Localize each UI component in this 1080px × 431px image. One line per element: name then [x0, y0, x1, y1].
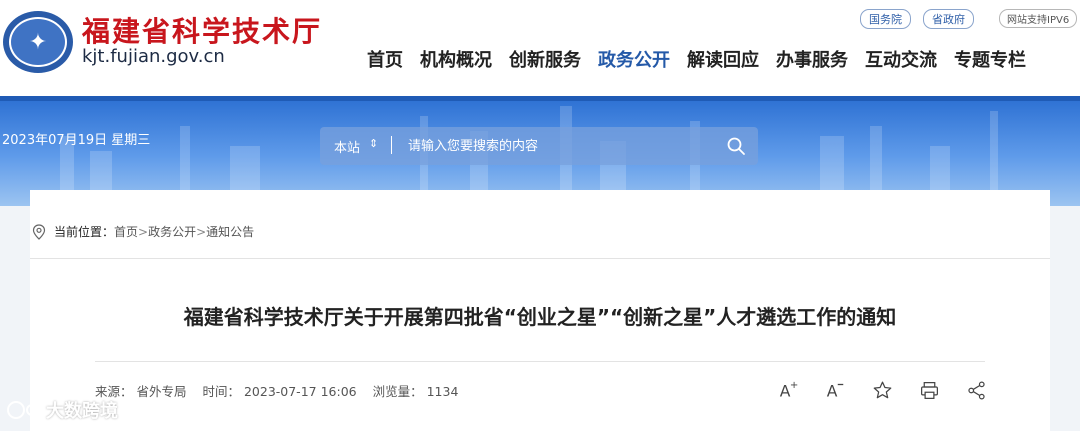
article-tools: A + A — [776, 378, 988, 402]
breadcrumb-home[interactable]: 首页 — [114, 223, 138, 240]
nav-special-topics[interactable]: 专题专栏 — [954, 46, 1026, 72]
nav-interpretation[interactable]: 解读回应 — [687, 46, 759, 72]
link-state-council[interactable]: 国务院 — [860, 9, 911, 29]
search-input[interactable] — [406, 135, 710, 157]
breadcrumb-notices[interactable]: 通知公告 — [206, 223, 254, 240]
article-title: 福建省科学技术厅关于开展第四批省“创业之星”“创新之星”人才遴选工作的通知 — [183, 305, 897, 329]
watermark-text: 大数跨境 — [46, 401, 118, 422]
article-views: 浏览量： 1134 — [372, 384, 459, 399]
site-header: ✦ 福建省科学技术厅 kjt.fujian.gov.cn 国务院 省政府 网站支… — [0, 0, 1080, 96]
print-icon[interactable] — [917, 378, 941, 402]
breadcrumb-government-affairs[interactable]: 政务公开 — [148, 223, 196, 240]
search-scope-select[interactable]: 本站 — [334, 137, 360, 156]
ipv6-badge: 网站支持IPV6 — [999, 9, 1078, 28]
nav-organization[interactable]: 机构概况 — [420, 46, 492, 72]
svg-text:A: A — [827, 382, 838, 400]
nav-services[interactable]: 办事服务 — [776, 46, 848, 72]
nav-home[interactable]: 首页 — [367, 46, 403, 72]
svg-text:+: + — [790, 380, 798, 391]
star-icon[interactable] — [870, 378, 894, 402]
top-links: 国务院 省政府 — [860, 9, 974, 29]
font-decrease-icon[interactable]: A — [823, 378, 847, 402]
search-bar: 本站 ⇕ — [320, 127, 758, 165]
search-separator — [391, 136, 392, 154]
breadcrumb-label: 当前位置： — [54, 225, 115, 239]
watermark-logo-icon — [7, 401, 45, 419]
article-time: 时间： 2023-07-17 16:06 — [202, 384, 357, 399]
divider — [30, 258, 1050, 259]
main-nav: 首页 机构概况 创新服务 政务公开 解读回应 办事服务 互动交流 专题专栏 — [367, 46, 1026, 72]
emblem-icon: ✦ — [9, 17, 67, 67]
current-date: 2023年07月19日 星期三 — [2, 133, 151, 148]
link-provincial-gov[interactable]: 省政府 — [923, 9, 974, 29]
font-increase-icon[interactable]: A + — [776, 378, 800, 402]
search-icon[interactable] — [726, 136, 746, 156]
sort-arrows-icon[interactable]: ⇕ — [369, 137, 378, 150]
breadcrumb-separator: > — [138, 224, 149, 239]
site-title[interactable]: 福建省科学技术厅 — [82, 10, 322, 50]
nav-interaction[interactable]: 互动交流 — [865, 46, 937, 72]
watermark: 大数跨境 — [6, 397, 118, 423]
divider — [95, 361, 985, 362]
nav-government-affairs[interactable]: 政务公开 — [598, 46, 670, 72]
site-domain: kjt.fujian.gov.cn — [82, 46, 225, 67]
location-pin-icon — [32, 223, 46, 240]
breadcrumb-separator: > — [196, 224, 207, 239]
nav-innovation-service[interactable]: 创新服务 — [509, 46, 581, 72]
breadcrumb: 当前位置： 首页 > 政务公开 > 通知公告 — [32, 223, 254, 240]
article-card: 当前位置： 首页 > 政务公开 > 通知公告 福建省科学技术厅关于开展第四批省“… — [30, 190, 1050, 431]
site-logo[interactable]: ✦ — [3, 11, 73, 73]
article-meta: 来源： 省外专局 时间： 2023-07-17 16:06 浏览量： 1134 — [95, 381, 458, 400]
share-icon[interactable] — [964, 378, 988, 402]
